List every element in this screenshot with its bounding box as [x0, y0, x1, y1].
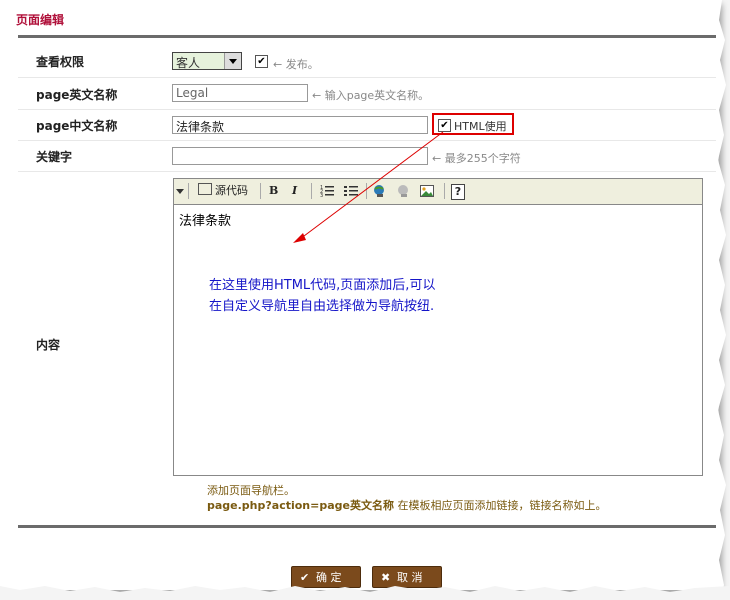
- page-title: 页面编辑: [16, 13, 65, 27]
- toolbar-separator: [311, 183, 312, 199]
- svg-text:3: 3: [320, 193, 323, 198]
- html-use-highlight: ✔ HTML使用: [432, 113, 514, 135]
- image-icon[interactable]: [420, 184, 434, 198]
- keywords-input[interactable]: [172, 147, 428, 165]
- rich-text-editor[interactable]: 源代码 B I 123 ? 法律条款: [173, 178, 703, 476]
- page-panel: 页面编辑 查看权限 客人 ✔ ← 发布。 page英文名称 Legal ← 输入…: [0, 0, 719, 590]
- html-use-checkbox[interactable]: ✔: [438, 119, 451, 132]
- content-label: 内容: [36, 338, 61, 352]
- editor-toolbar: 源代码 B I 123 ?: [174, 179, 702, 205]
- keywords-hint: ← 最多255个字符: [432, 152, 521, 165]
- toolbar-separator: [366, 183, 367, 199]
- editor-content[interactable]: 法律条款: [179, 210, 231, 229]
- chevron-down-icon[interactable]: [224, 53, 241, 69]
- keywords-label: 关键字: [36, 150, 73, 164]
- html-use-label: HTML使用: [454, 120, 507, 133]
- torn-edge-bottom: [0, 586, 730, 600]
- source-code-label: 源代码: [215, 184, 248, 197]
- chinese-name-input[interactable]: 法律条款: [172, 116, 428, 134]
- annotation-line-2: 在自定义导航里自由选择做为导航按纽.: [209, 299, 435, 314]
- toolbar-separator: [444, 183, 445, 199]
- bold-button[interactable]: B: [269, 182, 278, 200]
- publish-hint: ← 发布。: [273, 58, 319, 71]
- row-permission: [18, 44, 718, 78]
- chinese-name-label: page中文名称: [36, 119, 118, 133]
- bottom-divider: [18, 525, 718, 528]
- unlink-icon[interactable]: [396, 184, 410, 198]
- source-code-button[interactable]: 源代码: [198, 182, 248, 200]
- help-button[interactable]: ?: [451, 184, 465, 200]
- collapse-toolbar-icon[interactable]: [176, 189, 184, 194]
- footer-note-1: 添加页面导航栏。: [207, 484, 295, 497]
- cancel-button[interactable]: ✖ 取 消: [372, 566, 442, 588]
- header: 页面编辑: [0, 0, 718, 36]
- toolbar-separator: [188, 183, 189, 199]
- italic-button[interactable]: I: [292, 182, 297, 200]
- permission-selected-value: 客人: [176, 56, 201, 70]
- publish-checkbox[interactable]: ✔: [255, 55, 268, 68]
- english-name-hint: ← 输入page英文名称。: [312, 89, 430, 102]
- ordered-list-icon[interactable]: 123: [320, 184, 334, 198]
- english-name-label: page英文名称: [36, 88, 118, 102]
- top-divider: [18, 35, 718, 38]
- footer-note-2: page.php?action=page英文名称 在模板相应页面添加链接，链接名…: [207, 497, 606, 513]
- toolbar-separator: [260, 183, 261, 199]
- footer-code: page.php?action=page英文名称: [207, 499, 394, 512]
- english-name-input[interactable]: Legal: [172, 84, 308, 102]
- link-icon[interactable]: [372, 184, 386, 198]
- permission-select[interactable]: 客人: [172, 52, 242, 70]
- footer-text: 在模板相应页面添加链接，链接名称如上。: [393, 499, 607, 512]
- annotation-line-1: 在这里使用HTML代码,页面添加后,可以: [209, 278, 436, 293]
- torn-edge-right: [716, 0, 726, 600]
- unordered-list-icon[interactable]: [344, 184, 358, 198]
- source-icon: [198, 183, 212, 195]
- confirm-button[interactable]: ✔ 确 定: [291, 566, 361, 588]
- permission-label: 查看权限: [36, 55, 85, 69]
